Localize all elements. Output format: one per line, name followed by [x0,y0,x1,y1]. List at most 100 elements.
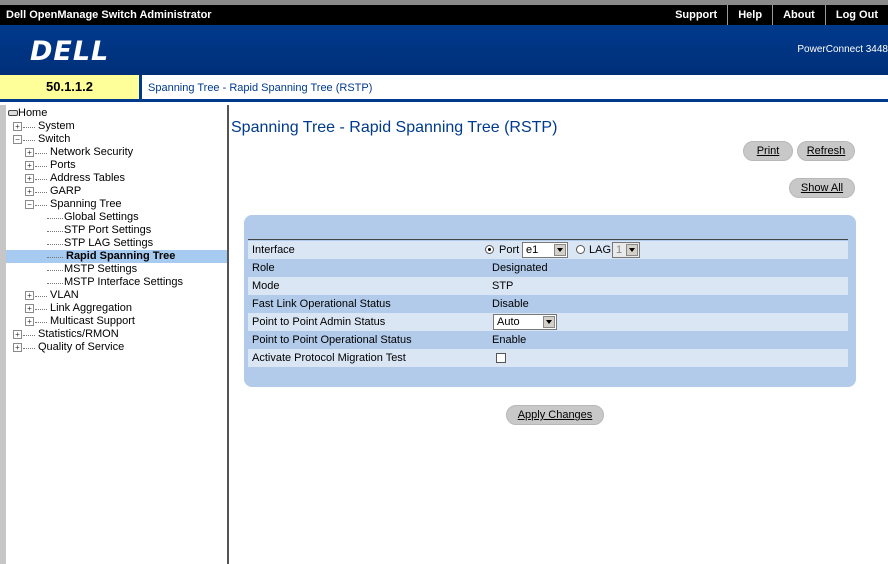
tree-item-label: System [38,120,75,132]
migration-test-label: Activate Protocol Migration Test [252,352,406,364]
expand-icon[interactable]: + [13,122,22,131]
lag-select[interactable]: 1 [612,242,640,258]
port-radio[interactable] [485,245,494,254]
support-link[interactable]: Support [665,5,727,25]
tree-item-label: GARP [50,185,82,197]
tree-connector [35,309,47,310]
tree-item-label: Spanning Tree [50,198,122,210]
tree-item-address-tables[interactable]: + Address Tables [6,172,227,185]
tree-item-label: Address Tables [50,172,126,184]
breadcrumb: Spanning Tree - Rapid Spanning Tree (RST… [148,82,373,94]
tree-item-stp-lag-settings[interactable]: STP LAG Settings [6,237,227,250]
main-content: Spanning Tree - Rapid Spanning Tree (RST… [231,105,888,564]
tree-connector [23,127,35,128]
brand-bar [0,25,888,75]
tree-item-ports[interactable]: + Ports [6,159,227,172]
tree-connector [35,153,47,154]
tree-connector [35,205,47,206]
tree-item-label: VLAN [50,289,79,301]
fast-link-label: Fast Link Operational Status [252,298,391,310]
tree-item-label: Quality of Service [38,341,125,353]
interface-label: Interface [252,244,295,256]
about-link[interactable]: About [772,5,825,25]
role-label: Role [252,262,275,274]
tree-item-global-settings[interactable]: Global Settings [6,211,227,224]
collapse-icon[interactable]: − [25,200,34,209]
mode-row: Mode STP [248,277,848,295]
tree-item-statistics-rmon[interactable]: + Statistics/RMON [6,328,227,341]
chevron-down-icon [554,244,566,256]
tree-item-label: Rapid Spanning Tree [64,250,178,263]
show-all-button[interactable]: Show All [789,178,855,198]
expand-icon[interactable]: + [13,343,22,352]
tree-item-stp-port-settings[interactable]: STP Port Settings [6,224,227,237]
model-name: PowerConnect 3448 [797,44,888,55]
p2p-oper-label: Point to Point Operational Status [252,334,412,346]
tree-connector [47,257,63,258]
mode-value: STP [492,280,514,292]
navigation-tree: Home + System − Switch + Network Security + Port… [6,107,227,354]
help-link[interactable]: Help [727,5,772,25]
tree-connector [23,348,35,349]
tree-item-label: Network Security [50,146,134,158]
tree-item-link-aggregation[interactable]: + Link Aggregation [6,302,227,315]
log-out-link[interactable]: Log Out [824,5,888,25]
tree-item-system[interactable]: + System [6,120,227,133]
apply-changes-button[interactable]: Apply Changes [506,405,604,425]
tree-connector [35,296,47,297]
tree-item-spanning-tree[interactable]: − Spanning Tree [6,198,227,211]
tree-connector [23,335,35,336]
role-row: Role Designated [248,259,848,277]
p2p-admin-select[interactable]: Auto [493,314,557,330]
tree-connector [23,140,35,141]
lag-radio-label: LAG [589,244,612,256]
p2p-oper-value: Enable [492,334,527,346]
tree-item-label: Statistics/RMON [38,328,119,340]
tree-item-quality-of-service[interactable]: + Quality of Service [6,341,227,354]
tree-item-switch[interactable]: − Switch [6,133,227,146]
expand-icon[interactable]: + [25,187,34,196]
tree-item-label: Link Aggregation [50,302,132,314]
role-value: Designated [492,262,548,274]
ip-bar: 50.1.1.2 Spanning Tree - Rapid Spanning … [0,75,888,102]
tree-connector [35,322,47,323]
tree-item-multicast-support[interactable]: + Multicast Support [6,315,227,328]
expand-icon[interactable]: + [13,330,22,339]
port-radio-label: Port [499,244,520,256]
dell-logo: DELL [30,36,110,67]
home-icon [8,110,18,116]
p2p-admin-label: Point to Point Admin Status [252,316,386,328]
expand-icon[interactable]: + [25,161,34,170]
expand-icon[interactable]: + [25,174,34,183]
collapse-icon[interactable]: − [13,135,22,144]
lag-select-value: 1 [616,244,623,256]
expand-icon[interactable]: + [25,148,34,157]
port-select[interactable]: e1 [522,242,568,258]
tree-item-vlan[interactable]: + VLAN [6,289,227,302]
print-button[interactable]: Print [743,141,793,161]
lag-radio[interactable] [576,245,585,254]
refresh-button[interactable]: Refresh [797,141,855,161]
device-ip: 50.1.1.2 [0,75,142,99]
migration-test-checkbox[interactable] [496,353,506,363]
expand-icon[interactable]: + [25,304,34,313]
tree-item-label: Home [18,107,48,119]
port-select-value: e1 [526,244,539,256]
tree-item-mstp-interface-settings[interactable]: MSTP Interface Settings [6,276,227,289]
tree-item-mstp-settings[interactable]: MSTP Settings [6,263,227,276]
p2p-oper-row: Point to Point Operational Status Enable [248,331,848,349]
tree-connector [47,218,63,219]
tree-item-garp[interactable]: + GARP [6,185,227,198]
tree-item-label: Ports [50,159,76,171]
tree-item-home[interactable]: Home [6,107,227,120]
fast-link-row: Fast Link Operational Status Disable [248,295,848,313]
tree-item-label: STP Port Settings [64,224,152,236]
tree-connector [35,192,47,193]
tree-item-label: MSTP Settings [64,263,138,275]
expand-icon[interactable]: + [25,317,34,326]
page-title: Spanning Tree - Rapid Spanning Tree (RST… [231,119,558,136]
expand-icon[interactable]: + [25,291,34,300]
tree-item-rapid-spanning-tree[interactable]: Rapid Spanning Tree [6,250,227,263]
tree-item-network-security[interactable]: + Network Security [6,146,227,159]
tree-connector [47,231,63,232]
